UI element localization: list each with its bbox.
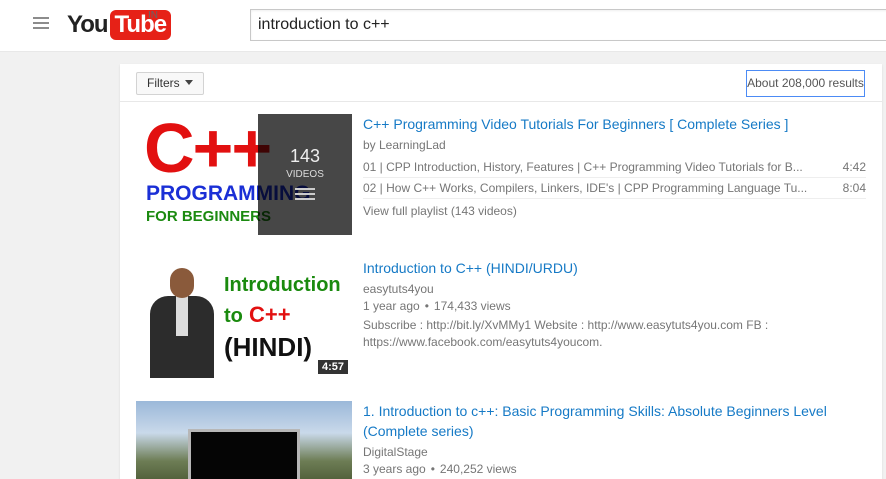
logo-you-text: You <box>67 11 109 38</box>
country-code: IN <box>148 10 158 21</box>
video-views: 240,252 views <box>439 462 517 476</box>
video-duration: 4:57 <box>317 360 348 374</box>
playlist-title-link[interactable]: C++ Programming Video Tutorials For Begi… <box>363 114 866 134</box>
video-meta: 1. Introduction to c++: Basic Programmin… <box>363 401 866 477</box>
thumb-to-cpp-text: to C++ <box>224 302 291 328</box>
youtube-logo[interactable]: You Tube IN <box>67 8 172 42</box>
playlist-entry-duration: 4:42 <box>842 160 866 174</box>
playlist-videos-label: VIDEOS <box>286 169 324 180</box>
result-item-video: 1. Introduction to c++: Basic Programmin… <box>136 401 866 479</box>
video-stats: 3 years ago • 240,252 views <box>363 462 517 476</box>
playlist-entry-title: 02 | How C++ Works, Compilers, Linkers, … <box>363 181 808 195</box>
playlist-video-count: 143 <box>289 146 321 166</box>
video-views: 174,433 views <box>433 299 511 313</box>
video-age: 3 years ago <box>363 462 426 476</box>
video-title-link[interactable]: Introduction to C++ (HINDI/URDU) <box>363 258 866 278</box>
filters-button[interactable]: Filters <box>136 72 204 95</box>
video-channel[interactable]: DigitalStage <box>363 444 866 460</box>
logo-tube-text: Tube <box>109 10 172 40</box>
thumb-beginners-text: FOR BEGINNERS <box>146 208 272 225</box>
playlist-thumbnail[interactable]: C++ PROGRAMMING FOR BEGINNERS 143 VIDEOS <box>136 114 352 235</box>
video-title-link[interactable]: 1. Introduction to c++: Basic Programmin… <box>363 401 866 441</box>
playlist-entry-duration: 8:04 <box>842 181 866 195</box>
search-input[interactable] <box>251 10 886 40</box>
result-item-playlist: C++ PROGRAMMING FOR BEGINNERS 143 VIDEOS… <box>136 114 866 235</box>
filter-bar: Filters About 208,000 results <box>120 64 882 102</box>
masthead: You Tube IN <box>0 0 886 52</box>
result-count: About 208,000 results <box>746 70 865 97</box>
playlist-overlay: 143 VIDEOS <box>258 114 352 235</box>
thumb-introduction-text: Introduction <box>224 274 341 296</box>
caret-down-icon <box>184 80 193 85</box>
playlist-byline[interactable]: by LearningLad <box>363 137 866 153</box>
video-thumbnail[interactable] <box>136 401 352 479</box>
video-channel[interactable]: easytuts4you <box>363 281 866 297</box>
video-thumbnail[interactable]: Introduction to C++ (HINDI) 4:57 <box>136 258 352 378</box>
video-age: 1 year ago <box>363 299 420 313</box>
search-box <box>250 9 886 41</box>
thumb-cpp-text: C++ <box>144 114 272 187</box>
playlist-icon <box>295 188 315 200</box>
result-item-video: Introduction to C++ (HINDI) 4:57 Introdu… <box>136 258 866 378</box>
playlist-meta: C++ Programming Video Tutorials For Begi… <box>363 114 866 218</box>
guide-menu-icon[interactable] <box>33 17 49 31</box>
view-full-playlist-link[interactable]: View full playlist (143 videos) <box>363 204 866 218</box>
thumb-hindi-text: (HINDI) <box>224 332 313 362</box>
playlist-entry-title: 01 | CPP Introduction, History, Features… <box>363 160 803 174</box>
filters-label: Filters <box>147 76 180 90</box>
thumb-cpp-text: C++ <box>249 302 291 327</box>
presenter-image <box>146 266 218 378</box>
thumb-to-text: to <box>224 305 243 327</box>
thumb-screen-image <box>188 429 300 479</box>
video-meta: Introduction to C++ (HINDI/URDU) easytut… <box>363 258 866 351</box>
video-stats: 1 year ago • 174,433 views <box>363 299 511 313</box>
playlist-entry[interactable]: 02 | How C++ Works, Compilers, Linkers, … <box>363 178 866 199</box>
playlist-entry[interactable]: 01 | CPP Introduction, History, Features… <box>363 157 866 178</box>
video-description: Subscribe : http://bit.ly/XvMMy1 Website… <box>363 318 769 349</box>
